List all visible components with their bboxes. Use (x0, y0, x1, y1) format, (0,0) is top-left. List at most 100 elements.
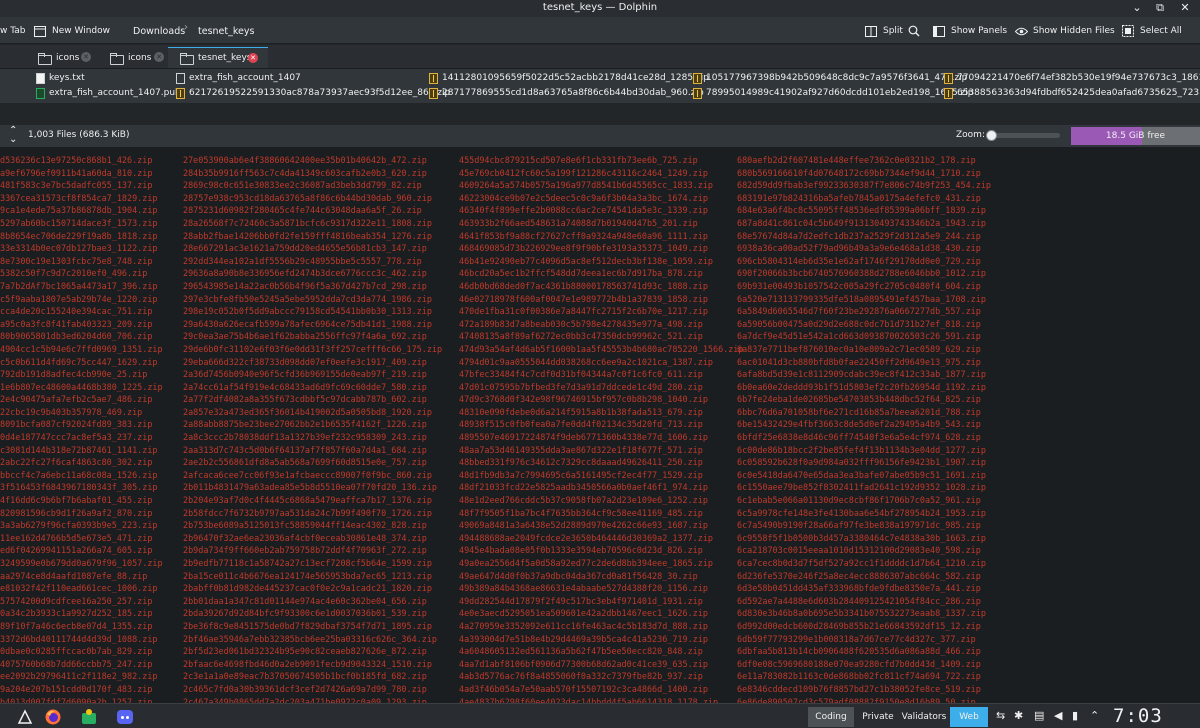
zoom-slider-handle[interactable] (986, 130, 997, 141)
file-item[interactable]: 105177967398b942b509648c8dc9c7a9576f3641… (693, 71, 967, 85)
maximize-icon[interactable]: ⧉ (1153, 1, 1167, 15)
close-window-icon[interactable]: ✕ (1178, 1, 1192, 15)
file-item[interactable]: extra_fish_account_1407 (176, 71, 301, 85)
close-tab-icon[interactable]: ✕ (81, 52, 91, 62)
title-bar: tesnet_keys — Dolphin ⌄ ⧉ ✕ (0, 0, 1200, 17)
file-item[interactable]: 14112801095659f5022d5c52acbb2178d41ce28d… (429, 71, 709, 85)
new-tab-label: w Tab (0, 26, 26, 36)
file-item[interactable]: 62172619522591330ac878a73937aec93f5d12ee… (176, 86, 450, 100)
new-window-icon (33, 24, 47, 38)
firefox-icon[interactable] (44, 708, 62, 726)
clock[interactable]: 7:03 AM (1113, 705, 1200, 728)
tab-tesnet-keys[interactable]: tesnet_keys ✕ (168, 47, 268, 68)
split-label: Split (883, 26, 903, 36)
text-file-icon (36, 72, 45, 84)
file-name: 14112801095659f5022d5c52acbb2178d41ce28d… (442, 73, 709, 83)
file-item[interactable]: 287177869555cd1d8a63765a8f86c6b44bd30dab… (429, 86, 704, 100)
zip-icon (693, 87, 702, 99)
file-name: 105177967398b942b509648c8dc9c7a9576f3641… (706, 73, 968, 83)
select-all-label: Select All (1140, 26, 1182, 36)
zip-icon (944, 87, 953, 99)
zoom-label: Zoom: (956, 130, 985, 140)
status-bar: ⌃ ⌄ 1,003 Files (686.3 KiB) Zoom: 18.5 Gi… (0, 125, 1200, 147)
file-item[interactable]: 78995014989c41902af927d60dcdd101eb2ed198… (693, 86, 973, 100)
task-window-web[interactable]: Web (950, 707, 988, 727)
show-hidden-files-button[interactable]: Show Hidden Files (1014, 22, 1115, 40)
search-icon (907, 24, 921, 38)
new-tab-button[interactable]: w Tab (0, 22, 25, 40)
tab-bar: icons ✕ icons ✕ tesnet_keys ✕ (0, 45, 1200, 69)
breadcrumb-separator-icon: › (184, 22, 188, 33)
file-name: extra_fish_account_1407 (189, 73, 301, 83)
zoom-slider[interactable] (986, 130, 1060, 141)
folder-icon (110, 52, 124, 65)
tab-label: icons (128, 52, 152, 63)
split-button[interactable]: Split (864, 22, 903, 40)
task-window-validators[interactable]: Validators (900, 707, 948, 727)
discord-icon[interactable] (116, 708, 134, 726)
tab-icons-1[interactable]: icons ✕ (26, 47, 98, 68)
clipboard-icon[interactable]: ▤ (1034, 709, 1044, 722)
file-name: keys.txt (49, 73, 85, 83)
select-all-button[interactable]: Select All (1121, 22, 1182, 40)
panels-icon (932, 24, 946, 38)
network-icon[interactable]: ⇆ (996, 709, 1005, 722)
file-list: keys.txt extra_fish_account_1407 1411280… (0, 69, 1200, 103)
taskbar: Coding Private Validators Web ⇆ ✱ ▤ ◀ ▮ … (0, 703, 1200, 728)
app-icon[interactable] (80, 708, 98, 726)
file-name: 62172619522591330ac878a73937aec93f5d12ee… (189, 88, 451, 98)
file-name: 65388563363d94fdbdf652425dea0afad6735625… (957, 88, 1200, 98)
file-item[interactable]: extra_fish_account_1407.pub (36, 86, 181, 100)
key-file-icon (36, 87, 45, 99)
expand-collapse-icon[interactable]: ⌃ ⌄ (9, 126, 17, 145)
minimize-icon[interactable]: ⌄ (1130, 1, 1144, 15)
close-tab-icon[interactable]: ✕ (154, 52, 164, 62)
terminal-column-2: 27e053900ab6e4f38860642400ee35b01b40642b… (183, 155, 443, 703)
folder-icon (38, 52, 52, 65)
zip-icon (429, 87, 438, 99)
main-toolbar: w Tab New Window Downloads › tesnet_keys… (0, 17, 1200, 44)
zip-icon (429, 72, 438, 84)
new-window-label: New Window (52, 26, 110, 36)
file-count: 1,003 Files (686.3 KiB) (28, 130, 130, 140)
tab-label: icons (56, 52, 80, 63)
notifications-icon[interactable]: ▮ (1072, 709, 1078, 722)
document-icon (176, 72, 185, 84)
file-item[interactable]: 65388563363d94fdbdf652425dea0afad6735625… (944, 86, 1200, 100)
terminal-column-4: 680aefb2d2f607481e448effee7362c0e0321b2_… (737, 155, 991, 703)
task-window-label: Web (959, 712, 979, 722)
tray-expand-icon[interactable]: ⌃ (1090, 709, 1099, 722)
terminal-column-3: 455d94cbc879215cd507e8e6f1cb331fb73ee6b_… (459, 155, 744, 703)
close-tab-icon[interactable]: ✕ (248, 53, 258, 63)
eye-icon (1014, 24, 1028, 38)
breadcrumb-downloads[interactable]: Downloads (133, 22, 185, 40)
show-panels-button[interactable]: Show Panels (932, 22, 1007, 40)
volume-icon[interactable]: ◀ (1054, 709, 1062, 722)
task-window-label: Validators (901, 712, 947, 722)
file-item[interactable]: keys.txt (36, 71, 85, 85)
new-window-button[interactable]: New Window (33, 22, 110, 40)
task-window-private[interactable]: Private (856, 707, 900, 727)
terminal-output[interactable]: d536236c13e97250c868b1_426.zip a9ef6796e… (0, 147, 1200, 703)
free-space-bar: 18.5 GiB free (1071, 127, 1200, 145)
folder-icon (180, 53, 194, 65)
select-all-icon (1121, 24, 1135, 38)
zip-icon (693, 72, 702, 84)
file-name: 287177869555cd1d8a63765a8f86c6b44bd30dab… (442, 88, 704, 98)
file-name: 78995014989c41902af927d60dcdd101eb2ed198… (706, 88, 974, 98)
tab-label: tesnet_keys (198, 53, 252, 63)
tab-icons-2[interactable]: icons ✕ (98, 47, 168, 68)
task-window-label: Coding (815, 712, 847, 722)
file-name: extra_fish_account_1407.pub (49, 88, 181, 98)
window-title: tesnet_keys — Dolphin (542, 2, 658, 13)
search-button[interactable] (907, 22, 921, 40)
zip-icon (944, 72, 953, 84)
terminal-column-1: d536236c13e97250c868b1_426.zip a9ef6796e… (0, 155, 163, 703)
zip-icon (176, 87, 185, 99)
bluetooth-icon[interactable]: ✱ (1014, 709, 1023, 722)
breadcrumb-tesnet-keys[interactable]: tesnet_keys (198, 22, 254, 40)
app-launcher-icon[interactable] (16, 708, 34, 726)
free-space-label: 18.5 GiB free (1105, 131, 1166, 141)
file-item[interactable]: 77094221470e6f74ef382b530e19f94e737673c3… (944, 71, 1200, 85)
task-window-coding[interactable]: Coding (808, 707, 854, 727)
